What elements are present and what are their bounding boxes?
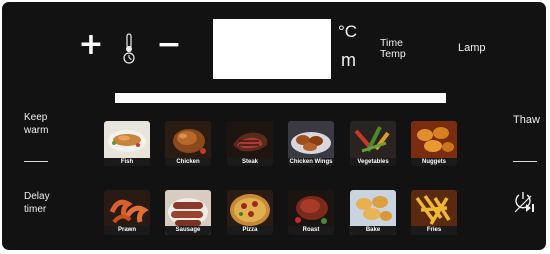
program-roast-button[interactable]: Roast (288, 190, 334, 235)
delay-timer-button[interactable]: Delay timer (24, 190, 50, 216)
program-label: Fish (104, 158, 150, 166)
program-steak-button[interactable]: Steak (227, 121, 273, 166)
keep-warm-button[interactable]: Keep warm (24, 111, 48, 137)
program-fries-button[interactable]: Fries (411, 190, 457, 235)
chicken-photo (165, 121, 211, 158)
vegetables-photo (350, 121, 396, 158)
celsius-unit-label: °C (338, 22, 358, 41)
digital-display (213, 19, 331, 79)
delay-timer-label-line1: Delay (24, 191, 50, 202)
program-fish-button[interactable]: Fish (104, 121, 150, 166)
program-label: Steak (227, 158, 273, 166)
program-nuggets-button[interactable]: Nuggets (411, 121, 457, 166)
program-label: Pizza (227, 226, 273, 235)
program-label: Nuggets (411, 158, 457, 166)
nuggets-photo (411, 121, 457, 158)
temp-label: Temp (380, 48, 406, 60)
time-temp-button[interactable]: Time Temp (380, 38, 406, 60)
minutes-unit-label: m (341, 50, 356, 70)
minus-button[interactable]: − (156, 30, 182, 60)
progress-bar (115, 93, 446, 103)
power-play-pause-icon[interactable] (512, 190, 536, 214)
thaw-button[interactable]: Thaw (513, 114, 540, 126)
lamp-button[interactable]: Lamp (458, 42, 486, 54)
thermometer-icon (122, 33, 136, 65)
left-divider (24, 161, 48, 162)
program-label: Sausage (165, 226, 211, 235)
program-label: Chicken Wings (288, 158, 334, 166)
program-label: Chicken (165, 158, 211, 166)
keep-warm-label-line1: Keep (24, 112, 48, 123)
right-divider (513, 161, 537, 162)
program-bake-button[interactable]: Bake (350, 190, 396, 235)
fish-photo (104, 121, 150, 158)
program-chicken-wings-button[interactable]: Chicken Wings (288, 121, 334, 166)
delay-timer-label-line2: timer (24, 204, 47, 215)
program-sausage-button[interactable]: Sausage (165, 190, 211, 235)
program-label: Fries (411, 226, 457, 235)
program-chicken-button[interactable]: Chicken (165, 121, 211, 166)
plus-button[interactable]: + (78, 30, 104, 60)
program-prawn-button[interactable]: Prawn (104, 190, 150, 235)
program-pizza-button[interactable]: Pizza (227, 190, 273, 235)
program-label: Vegetables (350, 158, 396, 166)
keep-warm-label-line2: warm (24, 125, 49, 136)
program-label: Bake (350, 226, 396, 235)
program-label: Prawn (104, 226, 150, 235)
program-vegetables-button[interactable]: Vegetables (350, 121, 396, 166)
steak-photo (227, 121, 273, 158)
program-label: Roast (288, 226, 334, 235)
chicken-wings-photo (288, 121, 334, 158)
